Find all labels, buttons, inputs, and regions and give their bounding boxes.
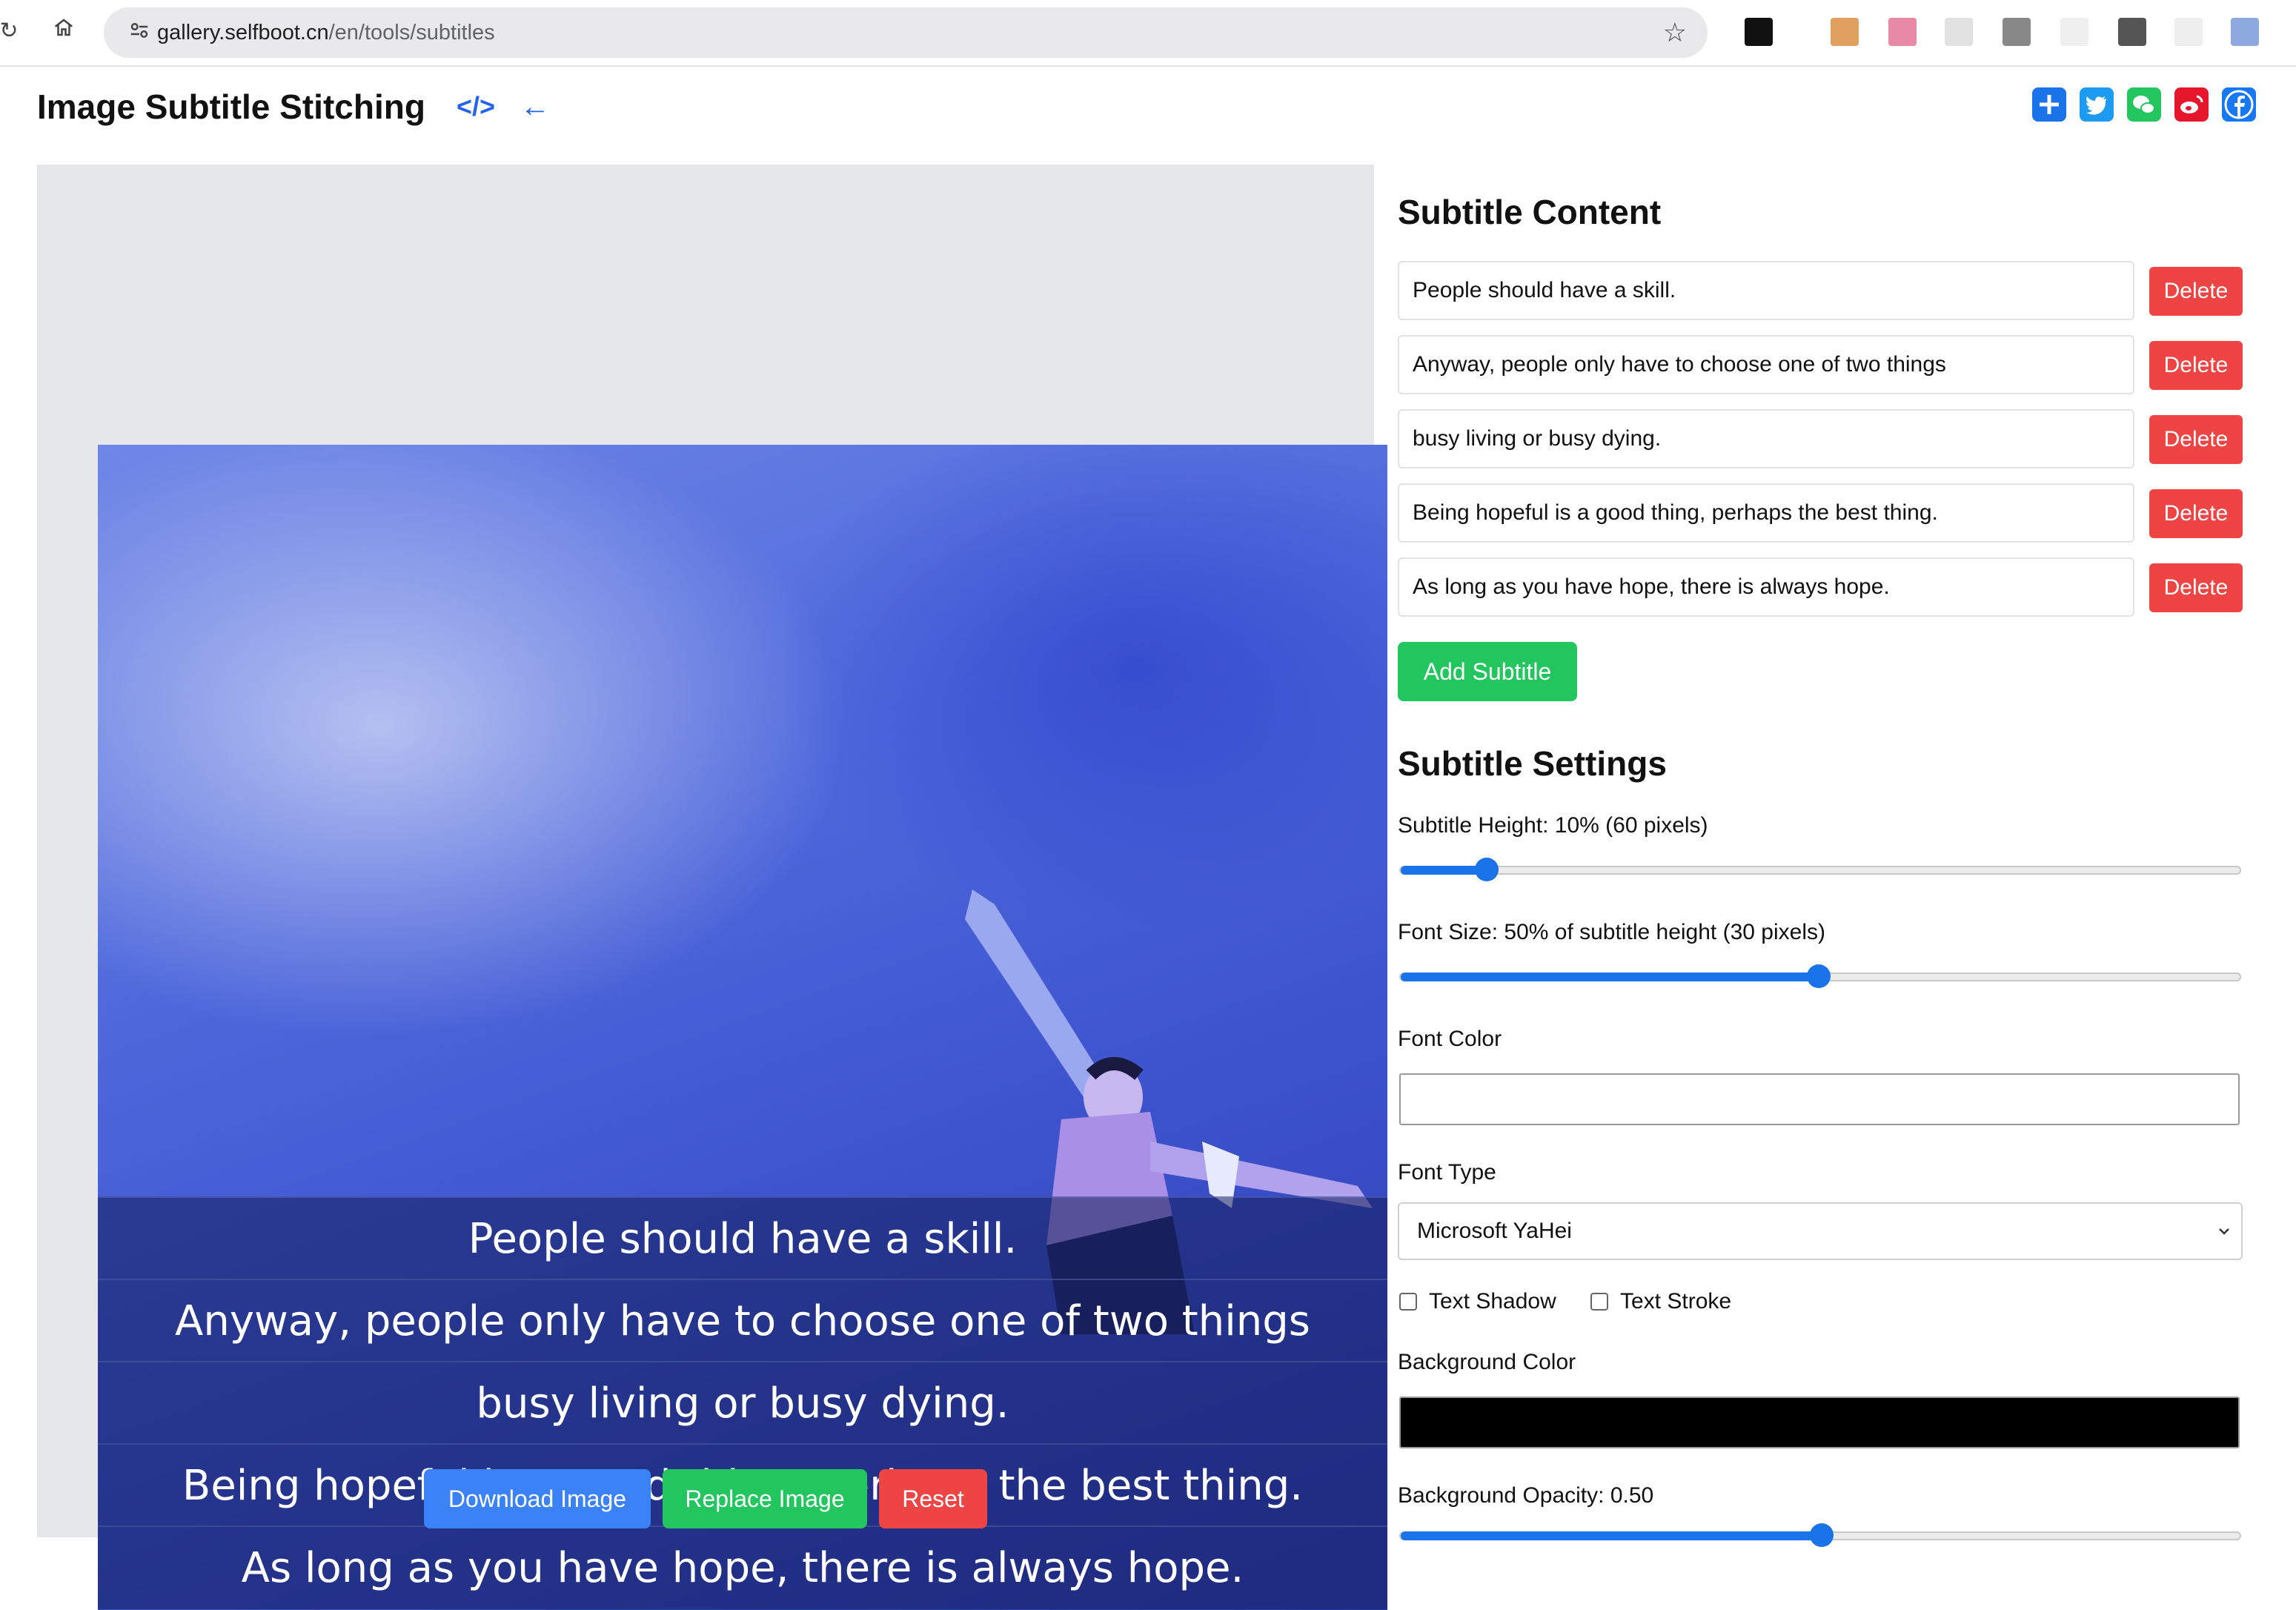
subtitle-input[interactable] — [1398, 557, 2134, 617]
extension-icon[interactable] — [2060, 18, 2088, 46]
subtitle-input[interactable] — [1398, 335, 2134, 394]
download-image-button[interactable]: Download Image — [424, 1469, 651, 1528]
font-color-picker[interactable] — [1399, 1073, 2240, 1125]
preview-subtitle-line: People should have a skill. — [98, 1196, 1387, 1280]
reload-icon[interactable]: ↻ — [0, 16, 24, 46]
preview-subtitle-line: Anyway, people only have to choose one o… — [98, 1279, 1387, 1362]
facebook-icon[interactable] — [2222, 87, 2256, 122]
chevron-down-icon — [2214, 1222, 2234, 1241]
subtitle-input[interactable] — [1398, 409, 2134, 468]
weibo-icon[interactable] — [2174, 87, 2209, 122]
add-subtitle-button[interactable]: Add Subtitle — [1398, 642, 1577, 701]
preview-subtitle-line: As long as you have hope, there is alway… — [98, 1525, 1387, 1609]
preview-image: People should have a skill. Anyway, peop… — [98, 445, 1387, 1610]
subtitle-height-slider[interactable] — [1399, 858, 2241, 881]
subtitle-input[interactable] — [1398, 483, 2134, 543]
url-text: gallery.selfboot.cn/en/tools/subtitles — [157, 7, 495, 58]
slider-thumb[interactable] — [1475, 858, 1499, 881]
font-size-label: Font Size: 50% of subtitle height (30 pi… — [1398, 920, 1825, 944]
font-type-select[interactable]: Microsoft YaHei — [1398, 1202, 2243, 1260]
font-size-slider[interactable] — [1399, 964, 2241, 988]
slider-fill — [1401, 1531, 1822, 1540]
extension-icon[interactable] — [1945, 18, 1973, 46]
background-opacity-label: Background Opacity: 0.50 — [1398, 1483, 1654, 1508]
text-shadow-checkbox[interactable] — [1399, 1293, 1417, 1311]
delete-subtitle-button[interactable]: Delete — [2149, 489, 2243, 538]
replace-image-button[interactable]: Replace Image — [663, 1469, 867, 1528]
preview-subtitle-line: busy living or busy dying. — [98, 1361, 1387, 1445]
subtitle-settings-heading: Subtitle Settings — [1398, 744, 1667, 783]
font-type-value: Microsoft YaHei — [1417, 1219, 1572, 1243]
background-color-label: Background Color — [1398, 1350, 1576, 1374]
address-bar[interactable]: gallery.selfboot.cn/en/tools/subtitles ☆ — [104, 7, 1708, 58]
extension-icon[interactable] — [1745, 18, 1773, 46]
wechat-icon[interactable] — [2127, 87, 2161, 122]
extension-icon[interactable] — [2118, 18, 2146, 46]
share-add-icon[interactable] — [2032, 87, 2066, 122]
slider-thumb[interactable] — [1810, 1523, 1834, 1547]
browser-toolbar: ↻ gallery.selfboot.cn/en/tools/subtitles… — [0, 0, 2296, 67]
delete-subtitle-button[interactable]: Delete — [2149, 563, 2243, 612]
bookmark-star-icon[interactable]: ☆ — [1663, 18, 1687, 47]
site-settings-icon[interactable] — [126, 19, 153, 46]
preview-panel: People should have a skill. Anyway, peop… — [37, 165, 1387, 1610]
reset-button[interactable]: Reset — [879, 1469, 987, 1528]
text-shadow-label: Text Shadow — [1429, 1289, 1556, 1313]
url-host: gallery.selfboot.cn — [157, 21, 329, 44]
delete-subtitle-button[interactable]: Delete — [2149, 341, 2243, 390]
extension-icon[interactable] — [2231, 18, 2259, 46]
delete-subtitle-button[interactable]: Delete — [2149, 415, 2243, 464]
page-title: Image Subtitle Stitching — [37, 87, 425, 126]
extension-icon[interactable] — [2174, 18, 2203, 46]
slider-fill — [1401, 866, 1487, 875]
extension-icon[interactable] — [1831, 18, 1859, 46]
subtitle-height-label: Subtitle Height: 10% (60 pixels) — [1398, 813, 1708, 838]
extension-icon[interactable] — [2003, 18, 2031, 46]
text-stroke-checkbox[interactable] — [1590, 1293, 1608, 1311]
slider-thumb[interactable] — [1807, 964, 1831, 988]
twitter-icon[interactable] — [2080, 87, 2114, 122]
slider-fill — [1401, 973, 1819, 981]
code-icon[interactable]: </> — [457, 86, 495, 127]
text-stroke-label: Text Stroke — [1620, 1289, 1732, 1313]
url-path: /en/tools/subtitles — [328, 21, 495, 44]
back-arrow-icon[interactable]: ← — [520, 86, 550, 127]
subtitle-content-heading: Subtitle Content — [1398, 193, 1662, 231]
background-opacity-slider[interactable] — [1399, 1523, 2241, 1547]
subtitle-input[interactable] — [1398, 261, 2134, 320]
background-color-picker[interactable] — [1399, 1397, 2240, 1448]
delete-subtitle-button[interactable]: Delete — [2149, 267, 2243, 316]
home-icon[interactable] — [49, 16, 79, 46]
font-color-label: Font Color — [1398, 1027, 1502, 1051]
font-type-label: Font Type — [1398, 1160, 1496, 1185]
extension-icon[interactable] — [1888, 18, 1917, 46]
